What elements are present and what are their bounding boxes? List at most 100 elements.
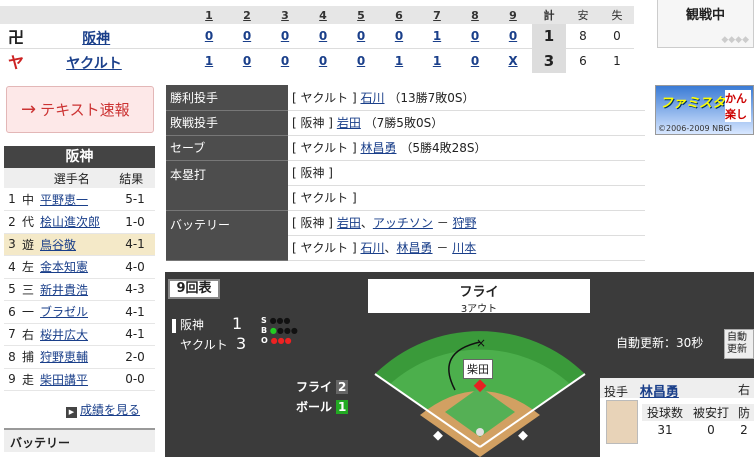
homerun-team2: [ ヤクルト ]	[288, 185, 645, 211]
score-cell[interactable]: 0	[456, 24, 494, 49]
lineup-row: 2 代桧山進次郎 1-0	[4, 210, 155, 234]
player-cell: 新井貴浩	[36, 278, 115, 301]
pitcher-link[interactable]: 石川	[360, 241, 384, 255]
score-cell[interactable]: 0	[304, 24, 342, 49]
homerun-label: 本塁打	[166, 160, 288, 211]
player-link[interactable]: 鳥谷敬	[40, 238, 76, 252]
diamond-icons: ◆◆◆◆	[721, 35, 749, 45]
first-base-icon	[518, 430, 528, 441]
score-cell[interactable]: X	[494, 49, 532, 74]
lineup-team-title: 阪神	[4, 146, 155, 168]
pitcher-link[interactable]: 林昌勇	[397, 241, 433, 255]
batting-result: 2-0	[115, 345, 155, 369]
player-link[interactable]: 桜井広大	[40, 328, 88, 342]
batting-result: 1-0	[115, 210, 155, 234]
ad-text: かん 楽し	[725, 90, 751, 122]
inning-1-link[interactable]: 1	[190, 6, 228, 24]
batting-order: 2	[4, 210, 20, 234]
lose-pitcher-link[interactable]: 岩田	[337, 116, 361, 130]
inning-3-link[interactable]: 3	[266, 6, 304, 24]
player-cell: 金本知憲	[36, 255, 115, 279]
position: 左	[20, 255, 36, 279]
team-tag: [ 阪神 ]	[292, 116, 333, 130]
player-cell: 桜井広大	[36, 323, 115, 346]
score-cell[interactable]: 0	[380, 24, 418, 49]
inning-9-link[interactable]: 9	[494, 6, 532, 24]
player-link[interactable]: 平野恵一	[40, 193, 88, 207]
out-row: O ●●●	[261, 336, 292, 345]
score-cell[interactable]: 0	[456, 49, 494, 74]
score-cell[interactable]: 0	[266, 24, 304, 49]
text-report-button[interactable]: → テキスト速報	[6, 86, 154, 133]
team-row-hanshin: 卍 阪神	[0, 24, 190, 49]
score-cell[interactable]: 0	[342, 24, 380, 49]
player-link[interactable]: ブラゼル	[40, 305, 88, 319]
inning-8-link[interactable]: 8	[456, 6, 494, 24]
stat-header: 防	[734, 404, 754, 421]
lineup-row: 4 左金本知憲 4-0	[4, 255, 155, 279]
auto-update-button[interactable]: 自動 更新	[724, 329, 754, 359]
pitcher-mound-icon	[476, 428, 484, 436]
team-row-yakult: ヤ ヤクルト	[0, 49, 190, 74]
pitcher-link[interactable]: アッチソン	[373, 216, 433, 230]
score-cell[interactable]: 1	[418, 24, 456, 49]
inning-5-link[interactable]: 5	[342, 6, 380, 24]
catcher-link[interactable]: 川本	[452, 241, 476, 255]
inning-4-link[interactable]: 4	[304, 6, 342, 24]
team-link-hanshin[interactable]: 阪神	[82, 31, 110, 47]
mini-team-name: ヤクルト	[180, 338, 228, 352]
score-cell[interactable]: 1	[380, 49, 418, 74]
mini-team-score: 1	[232, 314, 243, 333]
lineup-row: 3 遊鳥谷敬 4-1	[4, 233, 155, 256]
player-link[interactable]: 金本知憲	[40, 260, 88, 274]
total-errors: 0	[613, 29, 621, 43]
scoreboard: 1 2 3 4 5 6 7 8 9 計 安 失 卍 阪神 0 0 0 0 0 0…	[0, 0, 645, 74]
batting-result: 4-3	[115, 278, 155, 301]
swallows-logo-icon: ヤ	[8, 53, 25, 72]
pitcher-name-link[interactable]: 林昌勇	[640, 385, 679, 400]
col-player: 選手名	[36, 168, 108, 188]
homerun-team1: [ 阪神 ]	[288, 160, 645, 186]
lineup-row: 8 捕狩野恵輔 2-0	[4, 345, 155, 369]
player-cell: 桧山進次郎	[36, 210, 115, 234]
score-cell[interactable]: 0	[228, 49, 266, 74]
win-pitcher-link[interactable]: 石川	[360, 91, 384, 105]
player-link[interactable]: 柴田講平	[40, 373, 88, 387]
stat-value: 0	[707, 423, 715, 437]
inning-6-link[interactable]: 6	[380, 6, 418, 24]
play-icon: ▶	[66, 407, 77, 418]
catcher-link[interactable]: 狩野	[453, 216, 477, 230]
player-link[interactable]: 新井貴浩	[40, 283, 88, 297]
game-ad-banner[interactable]: ファミスタ かん 楽し ©2006-2009 NBGI	[655, 85, 754, 135]
battery-row-hanshin: [ 阪神 ] 岩田、アッチソン － 狩野	[288, 210, 645, 236]
mini-team-name: 阪神	[180, 318, 205, 332]
score-cell[interactable]: 0	[266, 49, 304, 74]
inning-7-link[interactable]: 7	[418, 6, 456, 24]
text-report-label: テキスト速報	[40, 101, 130, 119]
player-cell: 平野恵一	[36, 188, 115, 211]
save-pitcher-link[interactable]: 林昌勇	[360, 141, 396, 155]
team-link-yakult[interactable]: ヤクルト	[66, 56, 122, 72]
score-cell[interactable]: 0	[228, 24, 266, 49]
player-link[interactable]: 狩野恵輔	[40, 350, 88, 364]
batting-order: 3	[4, 233, 20, 256]
record-note: （5勝4敗28S）	[400, 141, 487, 155]
score-cell[interactable]: 1	[418, 49, 456, 74]
stats-link[interactable]: ▶ 成績を見る	[66, 401, 140, 418]
score-cell[interactable]: 1	[190, 49, 228, 74]
stats-link-label[interactable]: 成績を見る	[80, 403, 140, 417]
batting-result: 5-1	[115, 188, 155, 211]
score-cell[interactable]: 0	[342, 49, 380, 74]
batting-result: 4-1	[115, 323, 155, 346]
stat-value: 2	[740, 423, 748, 437]
inning-indicator: 9回表	[168, 279, 220, 299]
score-cell[interactable]: 0	[190, 24, 228, 49]
score-cell[interactable]: 0	[494, 24, 532, 49]
battery-row-yakult: [ ヤクルト ] 石川、林昌勇 － 川本	[288, 235, 645, 261]
player-link[interactable]: 桧山進次郎	[40, 215, 100, 229]
position: 右	[20, 323, 36, 346]
score-cell[interactable]: 0	[304, 49, 342, 74]
pitcher-link[interactable]: 岩田	[337, 216, 361, 230]
outs-text: 3アウト	[460, 304, 498, 315]
inning-2-link[interactable]: 2	[228, 6, 266, 24]
